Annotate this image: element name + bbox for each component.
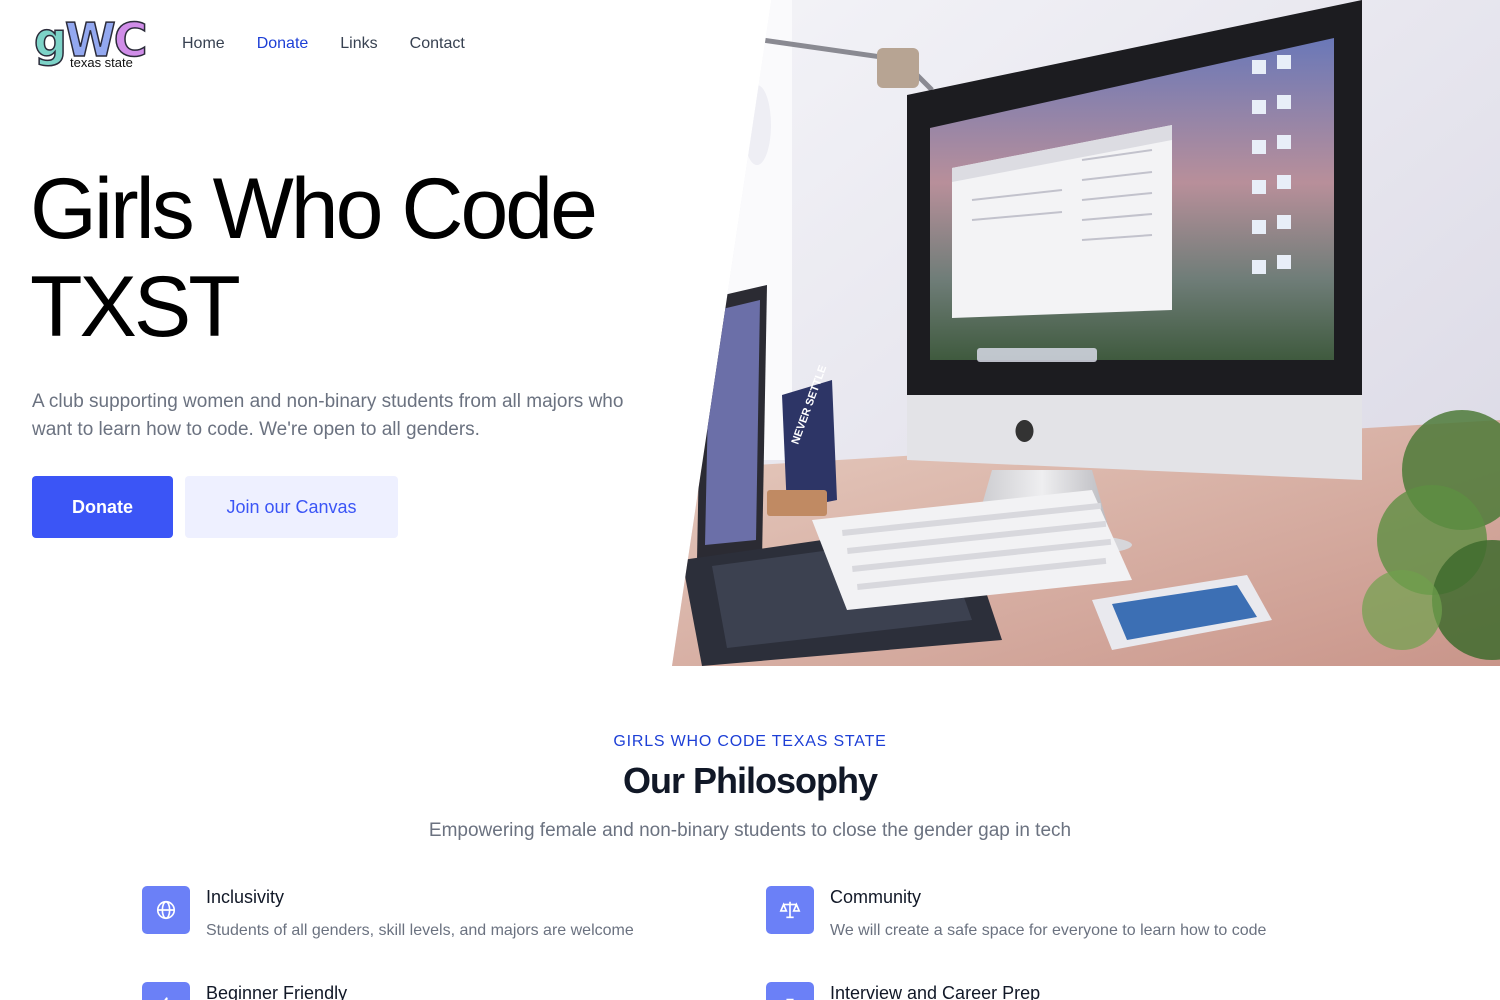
globe-icon: [142, 886, 190, 934]
hero-subtitle: A club supporting women and non-binary s…: [32, 391, 624, 440]
nav-link-links[interactable]: Links: [340, 34, 377, 54]
hero-title: Girls Who Code TXST: [30, 160, 670, 356]
feature-title: Inclusivity: [206, 887, 285, 907]
gwc-logo[interactable]: gWC texas state: [33, 13, 148, 72]
nav-link-donate[interactable]: Donate: [257, 34, 309, 54]
briefcase-icon: [766, 982, 814, 1000]
feature-title: Beginner Friendly: [206, 983, 348, 1000]
section-subtitle: Empowering female and non-binary student…: [428, 820, 1072, 841]
scale-icon: [766, 886, 814, 934]
hero-title-line1: Girls Who Code: [30, 161, 598, 257]
nav-links: Home Donate Links Contact: [182, 34, 465, 54]
lightning-icon: [142, 982, 190, 1000]
logo-subtitle: texas state: [70, 55, 133, 70]
section-title: Our Philosophy: [622, 760, 878, 801]
hero-desk-image: NEVER SETTLE: [672, 0, 1500, 666]
feature-description: We will create a safe space for everyone…: [830, 922, 1267, 939]
feature-description: Students of all genders, skill levels, a…: [206, 922, 634, 939]
nav-link-home[interactable]: Home: [182, 34, 225, 54]
donate-button[interactable]: Donate: [32, 476, 173, 538]
section-eyebrow: GIRLS WHO CODE TEXAS STATE: [613, 733, 887, 750]
hero-title-line2: TXST: [30, 259, 241, 355]
nav-link-contact[interactable]: Contact: [410, 34, 465, 54]
top-navigation: gWC texas state Home Donate Links Contac…: [0, 0, 700, 90]
join-canvas-button[interactable]: Join our Canvas: [185, 476, 398, 538]
feature-title: Interview and Career Prep: [830, 983, 1041, 1000]
feature-title: Community: [830, 887, 922, 907]
